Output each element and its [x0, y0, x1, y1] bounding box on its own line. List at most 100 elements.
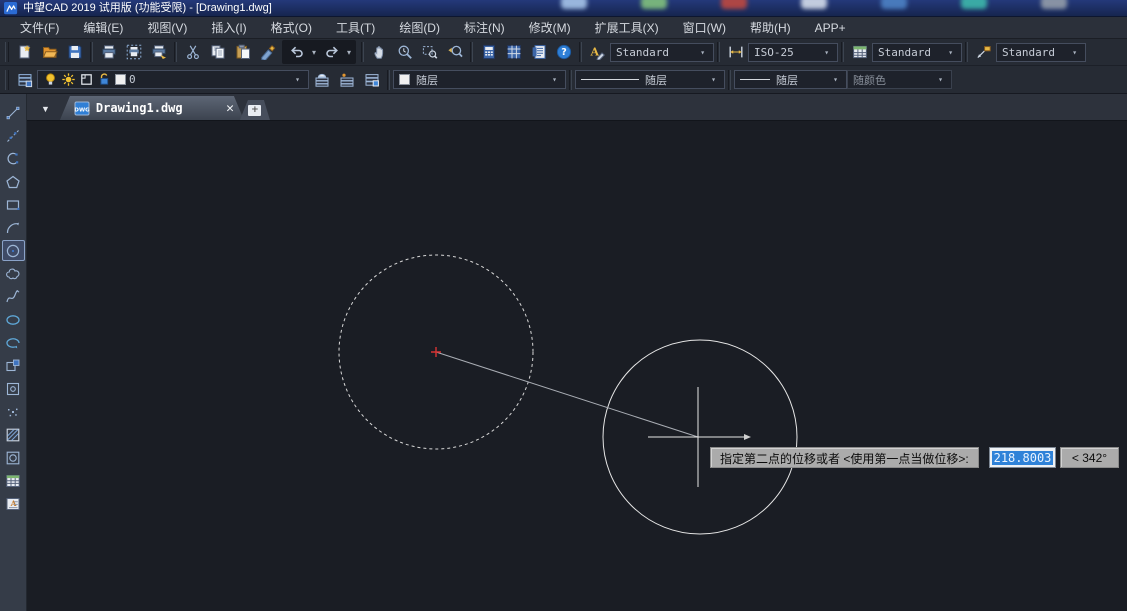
circle-icon — [5, 243, 21, 259]
layer-previous-icon[interactable] — [309, 68, 334, 91]
mleader-style-combo[interactable]: Standard▾ — [996, 43, 1086, 62]
linetype-combo[interactable]: 随层▾ — [575, 70, 725, 89]
tool-region[interactable] — [2, 447, 25, 468]
zoom-previous-icon[interactable] — [442, 41, 467, 64]
chevron-down-icon[interactable]: ▾ — [935, 75, 946, 84]
chevron-down-icon[interactable]: ▾ — [292, 75, 303, 84]
calculator-icon[interactable] — [476, 41, 501, 64]
dynamic-distance-input[interactable]: 218.8003 — [989, 447, 1056, 468]
print-icon[interactable] — [96, 41, 121, 64]
chevron-down-icon[interactable]: ▾ — [549, 75, 560, 84]
color-combo[interactable]: 随层▾ — [393, 70, 566, 89]
table-style-combo[interactable]: Standard▾ — [872, 43, 962, 62]
tab-close-icon[interactable]: ✕ — [226, 101, 234, 116]
ellipse-icon — [5, 312, 21, 328]
zoom-window-icon[interactable] — [417, 41, 442, 64]
layer-combo[interactable]: 0▾ — [37, 70, 309, 89]
menu-item-窗口W[interactable]: 窗口(W) — [671, 16, 738, 39]
tool-polyline[interactable] — [2, 148, 25, 169]
tool-ellipse-arc[interactable] — [2, 332, 25, 353]
chevron-down-icon[interactable]: ▾ — [821, 48, 832, 57]
zoom-realtime-icon[interactable] — [392, 41, 417, 64]
tool-polygon[interactable] — [2, 171, 25, 192]
dim-style-icon[interactable] — [723, 41, 748, 64]
redo-icon[interactable] — [319, 41, 344, 64]
layer-isolate-icon[interactable] — [334, 68, 359, 91]
help-icon[interactable]: ? — [551, 41, 576, 64]
menu-item-APP+[interactable]: APP+ — [803, 18, 858, 38]
layer-name-value: 0 — [129, 73, 136, 86]
tool-line[interactable] — [2, 102, 25, 123]
menu-item-帮助H[interactable]: 帮助(H) — [738, 16, 803, 39]
layer-manager-icon[interactable] — [12, 68, 37, 91]
sheet-set-icon[interactable] — [526, 41, 551, 64]
pan-icon[interactable] — [367, 41, 392, 64]
table-style-icon[interactable] — [847, 41, 872, 64]
text-style-combo[interactable]: Standard▾ — [610, 43, 714, 62]
menu-item-编辑E[interactable]: 编辑(E) — [71, 16, 135, 39]
tool-circle[interactable] — [2, 240, 25, 261]
toolbar-separator — [361, 42, 364, 62]
tool-revision-cloud[interactable] — [2, 263, 25, 284]
lineweight-combo[interactable]: 随层▾ — [734, 70, 847, 89]
tool-construction-line[interactable] — [2, 125, 25, 146]
layer-color-swatch — [115, 74, 126, 85]
design-center-icon[interactable] — [501, 41, 526, 64]
cut-icon[interactable] — [180, 41, 205, 64]
tool-make-block[interactable] — [2, 378, 25, 399]
dimension-arrow-icon — [744, 434, 751, 440]
copy-icon[interactable] — [205, 41, 230, 64]
make-block-icon — [5, 381, 21, 397]
crosshair-cursor[interactable] — [648, 387, 748, 487]
menu-item-修改M[interactable]: 修改(M) — [517, 16, 583, 39]
tool-ellipse[interactable] — [2, 309, 25, 330]
tab-drawing1[interactable]: DWG Drawing1.dwg ✕ — [60, 96, 244, 120]
tool-rectangle[interactable] — [2, 194, 25, 215]
mtext-icon: A — [5, 496, 21, 512]
plot-icon[interactable] — [146, 41, 171, 64]
menu-item-插入I[interactable]: 插入(I) — [199, 16, 258, 39]
paste-icon[interactable] — [230, 41, 255, 64]
tool-spline[interactable] — [2, 286, 25, 307]
undo-icon[interactable] — [284, 41, 309, 64]
toolbar-separator — [728, 70, 731, 90]
tool-insert-block[interactable] — [2, 355, 25, 376]
layer-states-icon[interactable] — [359, 68, 384, 91]
chevron-down-icon[interactable]: ▾ — [344, 48, 354, 57]
menu-item-文件F[interactable]: 文件(F) — [8, 16, 71, 39]
tool-point[interactable] — [2, 401, 25, 422]
chevron-down-icon[interactable]: ▾ — [697, 48, 708, 57]
chevron-down-icon[interactable]: ▾ — [309, 48, 319, 57]
chevron-down-icon[interactable]: ▾ — [945, 48, 956, 57]
menu-item-绘图D[interactable]: 绘图(D) — [387, 16, 452, 39]
print-preview-icon[interactable] — [121, 41, 146, 64]
standard-toolbar: ▾▾?AStandard▾ISO-25▾Standard▾Standard▾ — [0, 39, 1127, 66]
zwcad-logo-icon — [4, 2, 18, 15]
plan-frame-icon — [79, 72, 94, 87]
chevron-down-icon[interactable]: ▾ — [708, 75, 719, 84]
chevron-down-icon[interactable]: ▾ — [830, 75, 841, 84]
match-properties-icon[interactable] — [255, 41, 280, 64]
menu-item-视图V[interactable]: 视图(V) — [135, 16, 199, 39]
open-file-icon[interactable] — [37, 41, 62, 64]
draw-toolbar: A — [0, 94, 27, 611]
menu-item-标注N[interactable]: 标注(N) — [452, 16, 517, 39]
text-style-icon[interactable]: A — [585, 41, 610, 64]
menu-item-工具T[interactable]: 工具(T) — [324, 16, 387, 39]
mleader-style-icon[interactable] — [971, 41, 996, 64]
new-tab-button[interactable]: + — [240, 100, 270, 120]
new-tab-icon: + — [248, 105, 261, 116]
menu-item-格式O[interactable]: 格式(O) — [259, 16, 324, 39]
drawing-canvas[interactable]: 指定第二点的位移或者 <使用第一点当做位移>: 218.8003 < 342° — [27, 121, 1127, 611]
tab-list-dropdown-icon[interactable]: ▼ — [41, 104, 50, 114]
chevron-down-icon[interactable]: ▾ — [1069, 48, 1080, 57]
tool-table[interactable] — [2, 470, 25, 491]
tool-mtext[interactable]: A — [2, 493, 25, 514]
menu-item-扩展工具X[interactable]: 扩展工具(X) — [583, 16, 671, 39]
dim-style-combo[interactable]: ISO-25 ▾ — [748, 43, 838, 62]
save-file-icon[interactable] — [62, 41, 87, 64]
dim-style-value: ISO-25 — [754, 46, 794, 59]
tool-hatch[interactable] — [2, 424, 25, 445]
tool-arc[interactable] — [2, 217, 25, 238]
new-file-icon[interactable] — [12, 41, 37, 64]
